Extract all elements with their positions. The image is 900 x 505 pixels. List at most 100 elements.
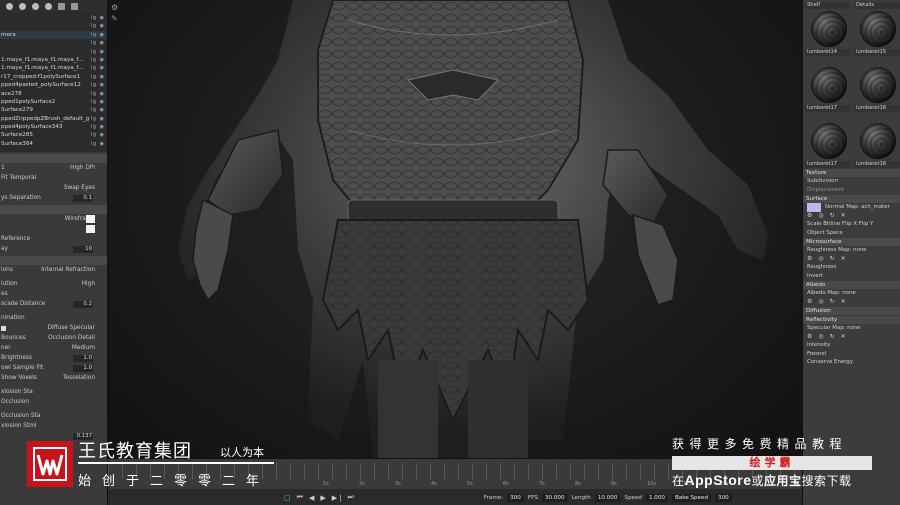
circle-icon[interactable]: [32, 2, 39, 10]
section-header[interactable]: [0, 256, 107, 265]
checkbox[interactable]: [1, 325, 6, 331]
property-row[interactable]: Specular Map: none: [803, 324, 900, 333]
step-back-icon[interactable]: ◀: [309, 494, 316, 502]
section-header[interactable]: [0, 205, 107, 214]
color-swatch[interactable]: [86, 225, 95, 233]
end-frame-field[interactable]: 300: [715, 493, 732, 502]
color-swatch[interactable]: [86, 215, 95, 223]
outliner-item[interactable]: pped4pasted_polySurface12 lg ◉: [0, 81, 107, 89]
visibility-icon[interactable]: lg ◉: [90, 64, 105, 72]
map-tool-icon[interactable]: ⚙: [807, 298, 814, 307]
speed-field[interactable]: 1.000: [645, 493, 668, 502]
visibility-icon[interactable]: lg ◉: [90, 106, 105, 114]
property-section-header[interactable]: Microsurface: [803, 238, 900, 246]
map-tool-icon[interactable]: ◎: [818, 298, 825, 307]
map-tool-icon[interactable]: ↻: [830, 333, 837, 342]
visibility-icon[interactable]: lg ◉: [90, 131, 105, 139]
outliner-item[interactable]: Surface285 lg ◉: [0, 131, 107, 139]
property-row[interactable]: Roughness Map: none: [803, 246, 900, 255]
property-section-header[interactable]: Texture: [803, 169, 900, 177]
gear-icon[interactable]: ⚙: [111, 3, 118, 12]
delete-icon[interactable]: [71, 2, 78, 10]
property-section-header[interactable]: Surface: [803, 195, 900, 203]
material-thumbnail[interactable]: lumberet18: [854, 114, 900, 168]
map-tool-icon[interactable]: ◎: [818, 333, 825, 342]
map-tool-icon[interactable]: ⚙: [807, 333, 814, 342]
bake-speed-button[interactable]: Bake Speed: [671, 493, 712, 502]
step-forward-icon[interactable]: ▶|: [332, 494, 344, 502]
outliner-item[interactable]: 1:maya_f1:maya_f1:maya_f... lg ◉: [0, 56, 107, 64]
outliner-item[interactable]: ppedZrippedpZBrush_default_g lg ◉: [0, 115, 107, 123]
frame-field[interactable]: 300: [507, 493, 524, 502]
visibility-icon[interactable]: lg ◉: [90, 115, 105, 123]
attribute-value[interactable]: 0.1: [73, 194, 93, 202]
property-row[interactable]: Fresnel: [803, 350, 900, 359]
property-section-header[interactable]: Diffusion: [803, 307, 900, 315]
property-row[interactable]: Roughness: [803, 263, 900, 272]
map-tool-icon[interactable]: ↻: [830, 212, 837, 221]
fps-field[interactable]: 30.000: [541, 493, 568, 502]
property-row[interactable]: Scale Bitline Flip X Flip Y: [803, 220, 900, 229]
property-row[interactable]: Normal Map: ach_mater: [803, 203, 900, 212]
map-tool-icon[interactable]: ⚙: [807, 212, 814, 221]
map-tool-icon[interactable]: ✕: [841, 212, 848, 221]
outliner-item[interactable]: lg ◉: [0, 14, 107, 22]
length-field[interactable]: 10.000: [594, 493, 621, 502]
visibility-icon[interactable]: lg ◉: [90, 123, 105, 131]
outliner-item[interactable]: pped4polySurface343 lg ◉: [0, 123, 107, 131]
wand-icon[interactable]: ✎: [111, 14, 118, 23]
visibility-icon[interactable]: lg ◉: [90, 90, 105, 98]
attribute-value[interactable]: 1.0: [73, 354, 93, 362]
map-tool-icon[interactable]: ✕: [841, 255, 848, 264]
3d-viewport[interactable]: ⚙ ✎: [108, 0, 802, 458]
outliner-item[interactable]: pped1polySurface2 lg ◉: [0, 98, 107, 106]
loop-icon[interactable]: ▢: [284, 494, 293, 502]
visibility-icon[interactable]: lg ◉: [90, 56, 105, 64]
property-row[interactable]: Object Space: [803, 229, 900, 238]
attribute-value[interactable]: Tesselation: [63, 373, 95, 383]
outliner-item[interactable]: lg ◉: [0, 22, 107, 30]
circle-icon[interactable]: [45, 2, 52, 10]
attribute-value[interactable]: Medium: [72, 343, 95, 353]
attribute-value[interactable]: Internal Refraction: [41, 265, 95, 275]
visibility-icon[interactable]: lg ◉: [90, 73, 105, 81]
attribute-value[interactable]: Diffuse Specular: [47, 323, 95, 333]
circle-icon[interactable]: [6, 2, 13, 10]
scene-outliner[interactable]: lg ◉ lg ◉ mera lg ◉ lg ◉ lg ◉ 1:maya_f1:maya_f…: [0, 12, 107, 152]
skip-end-icon[interactable]: ⏭: [347, 493, 355, 502]
attribute-value[interactable]: High: [82, 279, 95, 289]
attribute-value[interactable]: Swap Eyes: [64, 183, 95, 193]
attribute-value[interactable]: 10: [73, 245, 93, 253]
property-section-header[interactable]: Reflectivity: [803, 316, 900, 324]
property-row[interactable]: Albedo Map: none: [803, 289, 900, 298]
map-tool-icon[interactable]: ◎: [818, 212, 825, 221]
property-row[interactable]: Conserve Energy: [803, 358, 900, 367]
visibility-icon[interactable]: lg ◉: [90, 140, 105, 148]
property-row[interactable]: Intensity: [803, 341, 900, 350]
outliner-item[interactable]: ace278 lg ◉: [0, 90, 107, 98]
outliner-item[interactable]: 1:maya_f1:maya_f1:maya_f... lg ◉: [0, 64, 107, 72]
outliner-item[interactable]: lg ◉: [0, 39, 107, 47]
section-header[interactable]: [0, 154, 107, 163]
attribute-value[interactable]: 1.0: [73, 364, 93, 372]
attribute-value[interactable]: 0.2: [73, 300, 93, 308]
visibility-icon[interactable]: lg ◉: [90, 48, 105, 56]
material-thumbnail[interactable]: lumberet17: [805, 58, 851, 112]
material-thumbnail[interactable]: lumberet17: [805, 114, 851, 168]
visibility-icon[interactable]: lg ◉: [90, 81, 105, 89]
outliner-item[interactable]: lg ◉: [0, 48, 107, 56]
visibility-icon[interactable]: lg ◉: [90, 98, 105, 106]
property-row[interactable]: Invert: [803, 272, 900, 281]
skip-start-icon[interactable]: ⏮: [297, 493, 305, 502]
visibility-icon[interactable]: lg ◉: [90, 14, 105, 22]
material-tab[interactable]: Details: [854, 2, 900, 9]
map-tool-icon[interactable]: ⚙: [807, 255, 814, 264]
folder-icon[interactable]: [58, 2, 65, 10]
attribute-value[interactable]: Occlusion Detail: [48, 333, 95, 343]
property-row[interactable]: Subdivision: [803, 177, 900, 186]
attribute-value[interactable]: High DPI: [70, 163, 95, 173]
map-tool-icon[interactable]: ↻: [830, 255, 837, 264]
outliner-item[interactable]: Surface279 lg ◉: [0, 106, 107, 114]
map-tool-icon[interactable]: ◎: [818, 255, 825, 264]
visibility-icon[interactable]: lg ◉: [90, 31, 105, 39]
